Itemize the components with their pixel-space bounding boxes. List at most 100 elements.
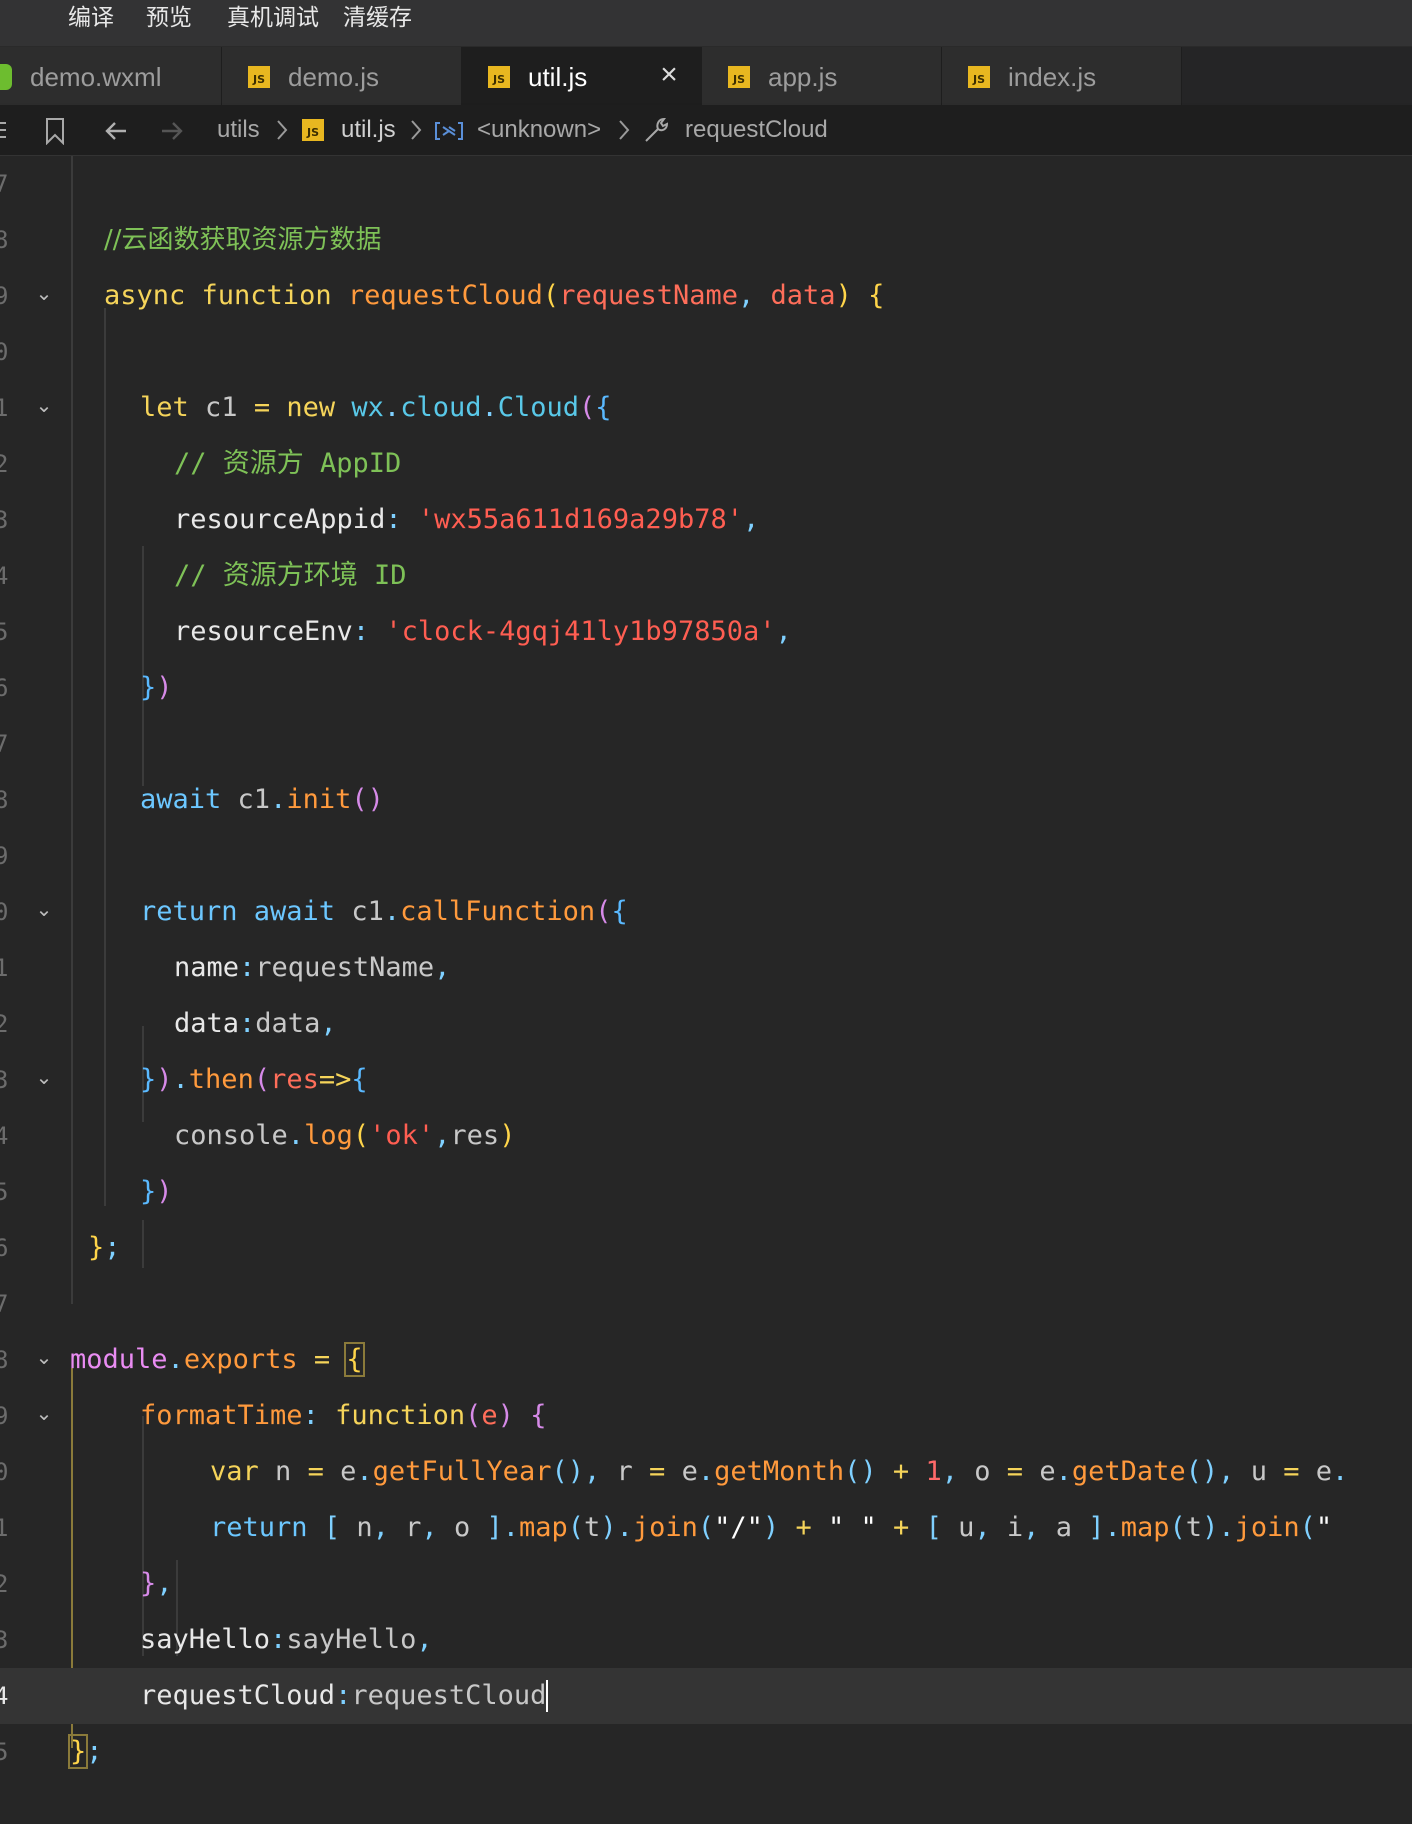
code-line[interactable]: 8 await c1.init() [0, 772, 1412, 828]
code-line[interactable]: 3 resourceAppid: 'wx55a611d169a29b78', [0, 492, 1412, 548]
text-cursor [546, 1680, 549, 1712]
code-line[interactable]: 4 console.log('ok',res) [0, 1108, 1412, 1164]
line-number: 0 [0, 1458, 9, 1486]
line-number: 7 [0, 170, 9, 198]
breadcrumb-folder[interactable]: utils [217, 116, 260, 144]
code-text: }, [140, 1568, 173, 1599]
code-text: return [ n, r, o ].map(t).join("/") + " … [210, 1512, 1333, 1543]
code-text: await c1.init() [140, 784, 384, 815]
code-text: // 资源方环境 ID [174, 560, 407, 591]
fold-chevron-icon[interactable]: ⌄ [32, 1346, 56, 1370]
code-line[interactable]: 4 // 资源方环境 ID [0, 548, 1412, 604]
code-text: }; [67, 1734, 103, 1769]
line-number: 1 [0, 1514, 9, 1542]
code-text: //云函数获取资源方数据 [104, 225, 382, 255]
line-number: 3 [0, 1066, 9, 1094]
line-number: 6 [0, 674, 9, 702]
fold-chevron-icon[interactable]: ⌄ [32, 394, 56, 418]
close-tab-icon[interactable]: × [655, 60, 683, 90]
code-line[interactable]: 2 }, [0, 1556, 1412, 1612]
code-editor[interactable]: 7 8 //云函数获取资源方数据 9 ⌄ async function requ… [0, 156, 1412, 1824]
tab-demo-wxml[interactable]: demo.wxml [0, 47, 222, 105]
line-number: 8 [0, 226, 9, 254]
code-line[interactable]: 2 // 资源方 AppID [0, 436, 1412, 492]
menu-device-debug[interactable]: 真机调试 [227, 0, 319, 34]
code-text: }).then(res=>{ [140, 1064, 368, 1095]
menu-compile[interactable]: 编译 [68, 0, 114, 34]
fold-chevron-icon[interactable]: ⌄ [32, 282, 56, 306]
code-line[interactable]: 1 name:requestName, [0, 940, 1412, 996]
breadcrumb-function[interactable]: requestCloud [685, 116, 828, 144]
js-file-icon: JS [488, 66, 510, 88]
code-line[interactable]: 7 [0, 1276, 1412, 1332]
tab-bar: demo.wxml JS demo.js JS util.js × JS app… [0, 47, 1412, 105]
code-line[interactable]: 5 resourceEnv: 'clock-4gqj41ly1b97850a', [0, 604, 1412, 660]
code-line[interactable]: 5 }; [0, 1724, 1412, 1780]
fold-chevron-icon[interactable]: ⌄ [32, 898, 56, 922]
js-file-icon: JS [302, 119, 324, 141]
code-text: data:data, [174, 1008, 337, 1039]
line-number: 1 [0, 394, 9, 422]
code-line[interactable]: 6 }; [0, 1220, 1412, 1276]
line-number: 8 [0, 1346, 9, 1374]
code-line[interactable]: 8 //云函数获取资源方数据 [0, 212, 1412, 268]
tab-index-js[interactable]: JS index.js [942, 47, 1182, 105]
code-text: }) [140, 672, 173, 703]
line-number: 1 [0, 954, 9, 982]
code-text: var n = e.getFullYear(), r = e.getMonth(… [210, 1456, 1349, 1487]
fold-chevron-icon[interactable]: ⌄ [32, 1402, 56, 1426]
code-line[interactable]: 9 [0, 828, 1412, 884]
code-line[interactable]: 3 ⌄ }).then(res=>{ [0, 1052, 1412, 1108]
tab-util-js[interactable]: JS util.js × [462, 47, 702, 105]
line-number: 5 [0, 618, 9, 646]
line-number: 9 [0, 842, 9, 870]
tab-demo-js[interactable]: JS demo.js [222, 47, 462, 105]
code-text: name:requestName, [174, 952, 451, 983]
list-icon[interactable] [0, 119, 8, 141]
menu-bar: 编译 预览 真机调试 清缓存 [0, 0, 1412, 47]
line-number: 0 [0, 338, 9, 366]
breadcrumb-scope[interactable]: <unknown> [477, 116, 601, 144]
code-line[interactable]: 6 }) [0, 660, 1412, 716]
code-line[interactable]: 2 data:data, [0, 996, 1412, 1052]
breadcrumb-file[interactable]: util.js [341, 116, 396, 144]
code-text: module.exports = { [70, 1342, 365, 1377]
code-line[interactable]: 0 var n = e.getFullYear(), r = e.getMont… [0, 1444, 1412, 1500]
js-file-icon: JS [728, 66, 750, 88]
code-line[interactable]: 3 sayHello:sayHello, [0, 1612, 1412, 1668]
chevron-right-icon [277, 120, 288, 140]
code-text: }) [140, 1176, 173, 1207]
back-arrow-icon[interactable] [102, 117, 130, 145]
code-line[interactable]: 9 ⌄ formatTime: function(e) { [0, 1388, 1412, 1444]
fold-chevron-icon[interactable]: ⌄ [32, 1066, 56, 1090]
line-number: 9 [0, 1402, 9, 1430]
line-number: 5 [0, 1178, 9, 1206]
code-line[interactable]: 0 [0, 324, 1412, 380]
forward-arrow-icon[interactable] [158, 117, 186, 145]
tab-app-js[interactable]: JS app.js [702, 47, 942, 105]
code-line[interactable]: 7 [0, 156, 1412, 212]
code-text: let c1 = new wx.cloud.Cloud({ [140, 392, 612, 423]
code-text: resourceEnv: 'clock-4gqj41ly1b97850a', [174, 616, 792, 647]
bookmark-icon[interactable] [44, 117, 66, 145]
code-text: async function requestCloud(requestName,… [104, 280, 885, 311]
code-line[interactable]: 7 [0, 716, 1412, 772]
code-line[interactable]: 1 ⌄ let c1 = new wx.cloud.Cloud({ [0, 380, 1412, 436]
current-code-line[interactable]: 4 requestCloud:requestCloud [0, 1668, 1412, 1724]
code-line[interactable]: 8 ⌄ module.exports = { [0, 1332, 1412, 1388]
code-line[interactable]: 5 }) [0, 1164, 1412, 1220]
menu-preview[interactable]: 预览 [146, 0, 192, 34]
line-number: 4 [0, 1682, 9, 1710]
wxml-file-icon [0, 64, 12, 90]
menu-clear-cache[interactable]: 清缓存 [343, 0, 412, 34]
line-number: 7 [0, 1290, 9, 1318]
js-file-icon: JS [968, 66, 990, 88]
code-line[interactable]: 1 return [ n, r, o ].map(t).join("/") + … [0, 1500, 1412, 1556]
line-number: 4 [0, 1122, 9, 1150]
variable-icon [435, 122, 463, 140]
code-text: // 资源方 AppID [174, 448, 402, 479]
code-line[interactable]: 9 ⌄ async function requestCloud(requestN… [0, 268, 1412, 324]
code-text: sayHello:sayHello, [140, 1624, 433, 1655]
editor-toolbar: utils JS util.js <unknown> requestCloud [0, 105, 1412, 156]
code-line[interactable]: 0 ⌄ return await c1.callFunction({ [0, 884, 1412, 940]
